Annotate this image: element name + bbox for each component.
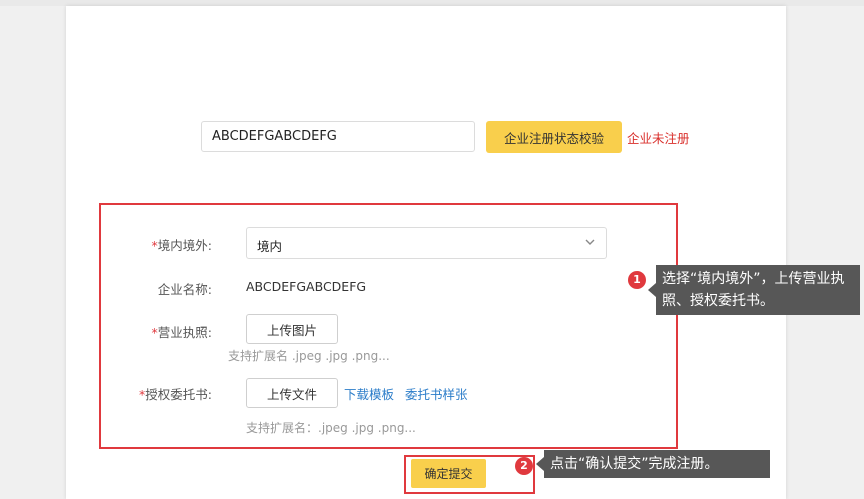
authorization-sample-link[interactable]: 委托书样张 [405,384,468,403]
chevron-down-icon [585,239,595,245]
upload-image-button[interactable]: 上传图片 [246,314,338,344]
business-license-label: *营业执照: [92,322,212,341]
step-2-callout: 点击“确认提交”完成注册。 [536,450,770,478]
region-select[interactable]: 境内 [246,227,607,259]
registration-status-text: 企业未注册 [627,131,690,146]
region-label-text: 境内境外: [157,238,212,253]
authorization-label-text: 授权委托书: [145,387,212,402]
registration-status-check-button[interactable]: 企业注册状态校验 [486,121,622,153]
region-label: *境内境外: [92,235,212,254]
company-name-value: ABCDEFGABCDEFG [246,279,367,294]
business-license-label-text: 营业执照: [157,325,212,340]
step-1-badge: 1 [628,271,646,289]
business-license-hint: 支持扩展名 .jpeg .jpg .png... [228,349,390,363]
company-name-label: 企业名称: [157,282,212,297]
download-template-link[interactable]: 下载模板 [344,384,394,403]
region-selected-value: 境内 [257,239,283,254]
upload-file-button[interactable]: 上传文件 [246,378,338,408]
step-2-badge: 2 [515,457,533,475]
authorization-hint: 支持扩展名：.jpeg .jpg .png... [246,421,416,435]
authorization-label: *授权委托书: [92,384,212,403]
step-1-callout: 选择“境内境外”，上传营业执照、授权委托书。 [648,265,860,315]
submit-button[interactable]: 确定提交 [411,459,486,488]
company-code-input[interactable] [201,121,475,152]
